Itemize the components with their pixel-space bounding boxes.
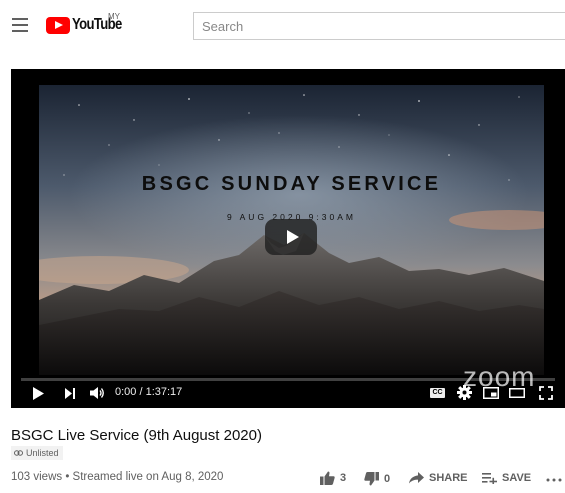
next-icon[interactable] <box>65 388 76 399</box>
save-icon <box>482 472 497 484</box>
video-title: BSGC Live Service (9th August 2020) <box>11 427 262 444</box>
more-icon[interactable] <box>546 478 562 482</box>
dislike-button[interactable]: 0 <box>364 472 390 486</box>
play-icon[interactable] <box>33 387 45 400</box>
volume-icon[interactable] <box>90 386 106 400</box>
video-player[interactable]: BSGC SUNDAY SERVICE 9 AUG 2020 9:30AM zo… <box>11 69 565 408</box>
thumbs-up-icon <box>320 471 335 485</box>
share-icon <box>409 472 424 484</box>
masthead: YouTube MY <box>0 0 565 52</box>
video-meta: 103 views • Streamed live on Aug 8, 2020 <box>11 471 224 483</box>
settings-icon[interactable] <box>457 385 472 400</box>
progress-bar[interactable] <box>21 378 555 381</box>
unlisted-label: Unlisted <box>26 448 59 458</box>
overlay-title: BSGC SUNDAY SERVICE <box>141 173 442 195</box>
share-label: SHARE <box>429 472 468 484</box>
dislike-count: 0 <box>384 473 391 485</box>
time-display: 0:00 / 1:37:17 <box>115 386 183 398</box>
link-icon <box>14 450 23 456</box>
search-box[interactable] <box>193 12 565 40</box>
thumbs-down-icon <box>364 472 379 486</box>
cc-icon[interactable]: CC <box>430 388 445 398</box>
unlisted-badge: Unlisted <box>11 446 63 460</box>
share-button[interactable]: SHARE <box>409 472 468 484</box>
like-count: 3 <box>340 472 347 484</box>
miniplayer-icon[interactable] <box>483 387 499 399</box>
big-play-button[interactable] <box>265 219 317 255</box>
fullscreen-icon[interactable] <box>539 386 553 400</box>
save-button[interactable]: SAVE <box>482 472 531 484</box>
like-button[interactable]: 3 <box>320 471 346 485</box>
youtube-logo[interactable]: YouTube MY <box>46 12 132 36</box>
search-input[interactable] <box>194 13 565 39</box>
theater-icon[interactable] <box>509 388 525 398</box>
youtube-logo-icon <box>46 16 70 34</box>
country-code: MY <box>108 12 120 21</box>
save-label: SAVE <box>502 472 532 484</box>
menu-icon[interactable] <box>12 18 28 32</box>
